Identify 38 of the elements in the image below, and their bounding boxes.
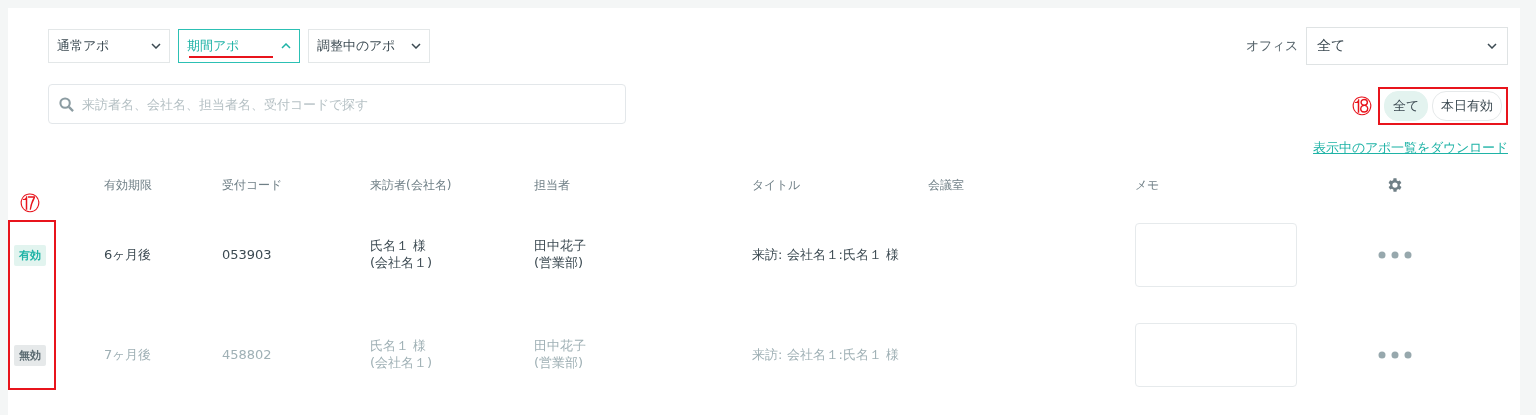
status-badge: 無効 — [14, 344, 46, 366]
table-cell-text: 氏名１ 様 (会社名１) — [370, 338, 434, 372]
memo-field[interactable] — [1135, 223, 1297, 287]
annotation-number: ⑱ — [1352, 92, 1372, 120]
chevron-icon — [281, 43, 291, 49]
chevron-icon — [151, 43, 161, 49]
table-cell-text: 氏名１ 様 (会社名１) — [370, 238, 434, 272]
table-cell-text: 053903 — [222, 246, 273, 264]
search-icon — [59, 96, 74, 112]
annotation-number: ⑰ — [20, 190, 40, 217]
office-label: オフィス — [1246, 37, 1298, 55]
table-cell-text: 田中花子 (営業部) — [534, 238, 587, 272]
chevron-icon — [1487, 43, 1497, 49]
chevron-icon — [411, 43, 421, 49]
search-field[interactable]: 来訪者名、会社名、担当者名、受付コードで探す — [48, 84, 626, 124]
more-icon[interactable] — [1378, 251, 1412, 259]
memo-field[interactable] — [1135, 323, 1297, 387]
table-cell-text: 田中花子 (営業部) — [534, 338, 587, 372]
column-header: メモ — [1135, 176, 1160, 194]
filter-toggle[interactable]: 本日有効 — [1432, 91, 1502, 121]
filter-toggle[interactable]: 全て — [1384, 91, 1428, 121]
table-cell-text: 458802 — [222, 346, 273, 364]
column-header: 有効期限 — [104, 176, 153, 194]
column-header: タイトル — [752, 176, 801, 194]
table-cell-text: 6ヶ月後 — [104, 246, 153, 264]
column-header: 会議室 — [928, 176, 965, 194]
table-cell-text: 7ヶ月後 — [104, 346, 153, 364]
table-cell-text: 来訪: 会社名１:氏名１ 様 — [752, 346, 901, 364]
filter-dropdown[interactable]: 通常アポ — [48, 29, 170, 63]
settings-icon[interactable] — [1386, 176, 1404, 194]
column-header: 受付コード — [222, 176, 283, 194]
column-header: 担当者 — [534, 176, 571, 194]
table-cell-text: 来訪: 会社名１:氏名１ 様 — [752, 246, 901, 264]
office-select[interactable]: 全て — [1306, 27, 1508, 65]
column-header: 来訪者(会社名) — [370, 176, 453, 194]
filter-dropdown[interactable]: 調整中のアポ — [308, 29, 430, 63]
more-icon[interactable] — [1378, 351, 1412, 359]
status-badge: 有効 — [14, 244, 46, 266]
